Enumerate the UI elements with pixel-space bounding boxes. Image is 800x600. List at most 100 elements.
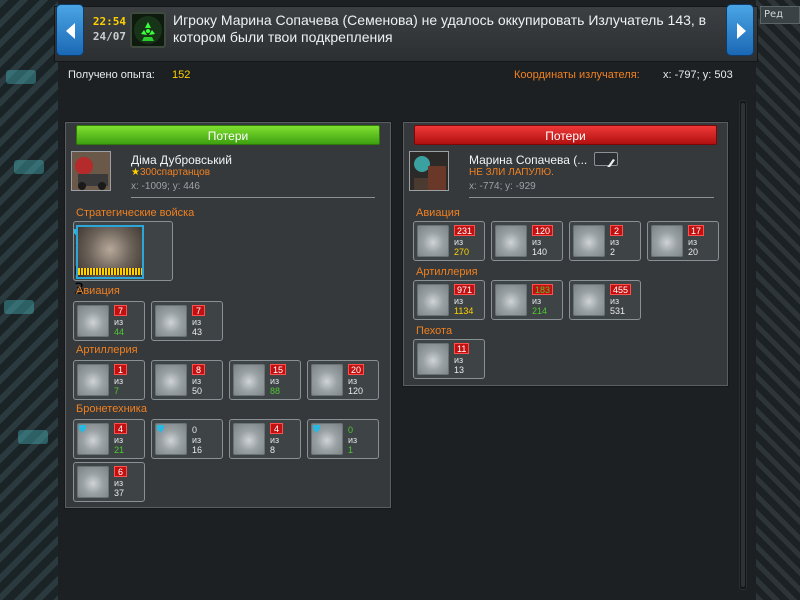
unit-image [495, 225, 527, 257]
background-edit-button[interactable]: Ред [760, 6, 800, 24]
unit-card[interactable]: 6 из 37 [73, 462, 145, 502]
unit-losses: 4 [114, 423, 127, 434]
unit-total: 8 [270, 445, 276, 455]
shield-icon [157, 425, 164, 433]
experience-value: 152 [172, 69, 191, 81]
unit-card[interactable]: 183 из 214 [491, 280, 563, 320]
category-title: Артиллерия [76, 344, 138, 356]
unit-losses: 6 [114, 466, 127, 477]
unit-losses: 15 [270, 364, 287, 375]
unit-total: 531 [610, 306, 626, 316]
attacker-player-name[interactable]: Марина Сопачева (... [469, 153, 587, 167]
unit-card[interactable]: 0 из 1 [307, 419, 379, 459]
attacker-alliance[interactable]: НЕ ЗЛИ ЛАПУЛЮ. [469, 167, 554, 178]
category-title: Пехота [416, 325, 453, 337]
defender-alliance-name: 300спартанцов [139, 167, 211, 178]
unit-losses: 2 [610, 225, 623, 236]
emitter-coords-value: x: -797; y: 503 [663, 69, 733, 81]
unit-total: 2 [610, 247, 616, 257]
unit-total: 37 [114, 488, 125, 498]
next-report-button[interactable] [726, 4, 754, 56]
unit-card[interactable]: 11 из 13 [413, 339, 485, 379]
unit-of-label: из [114, 317, 124, 327]
unit-card[interactable]: 971 из 1134 [413, 280, 485, 320]
unit-of-label: из [192, 435, 202, 445]
unit-total: 13 [454, 365, 465, 375]
battle-report-window: { "header": { "time": "22:54", "date": "… [0, 0, 800, 600]
unit-card[interactable]: 20 из 120 [307, 360, 379, 400]
edit-note-button[interactable] [594, 152, 618, 167]
unit-card[interactable]: 4 из 21 [73, 419, 145, 459]
shield-icon [313, 425, 320, 433]
shield-icon [79, 425, 86, 433]
category-title: Артиллерия [416, 266, 478, 278]
unit-card[interactable]: 17 из 20 [647, 221, 719, 261]
unit-of-label: из [532, 296, 542, 306]
category-title: Авиация [416, 207, 460, 219]
unit-of-label: из [348, 376, 358, 386]
unit-card[interactable]: 0 из 16 [151, 419, 223, 459]
unit-losses: 455 [610, 284, 632, 295]
unit-total: 1134 [454, 306, 474, 316]
defender-player-name[interactable]: Діма Дубровський [131, 153, 232, 167]
unit-image [77, 466, 109, 498]
divider [131, 197, 375, 198]
previous-report-button[interactable] [56, 4, 84, 56]
unit-card[interactable]: 7 из 44 [73, 301, 145, 341]
avatar[interactable] [409, 151, 449, 191]
unit-card[interactable]: 8 из 50 [151, 360, 223, 400]
unit-card[interactable]: 4 из 8 [229, 419, 301, 459]
unit-losses: 4 [270, 423, 283, 434]
unit-total: 44 [114, 327, 125, 337]
unit-total: 7 [114, 386, 120, 396]
unit-of-label: из [610, 296, 620, 306]
unit-card[interactable]: 1 из 7 [73, 360, 145, 400]
unit-card[interactable]: 2 из 2 [569, 221, 641, 261]
unit-losses: 183 [532, 284, 554, 295]
unit-of-label: из [270, 435, 280, 445]
unit-total: 120 [348, 386, 364, 396]
unit-card[interactable]: 231 из 270 [413, 221, 485, 261]
unit-total: 50 [192, 386, 203, 396]
unit-card[interactable]: 7 из 43 [151, 301, 223, 341]
defender-coords: x: -1009; y: 446 [131, 181, 200, 192]
unit-total: 140 [532, 247, 548, 257]
unit-image [311, 364, 343, 396]
scrollbar-thumb[interactable] [741, 103, 745, 587]
unit-losses: 0 [192, 425, 198, 435]
experience-label: Получено опыта: [68, 69, 155, 81]
unit-losses: 231 [454, 225, 476, 236]
unit-card[interactable]: 1 из 3 [73, 221, 173, 298]
report-title: Игроку Марина Сопачева (Семенова) не уда… [173, 12, 707, 45]
unit-of-label: из [454, 355, 464, 365]
star-icon: ★ [131, 167, 140, 178]
attacker-losses-header: Потери [414, 125, 717, 145]
avatar[interactable] [71, 151, 111, 191]
defender-alliance[interactable]: ★300спартанцов [131, 167, 210, 178]
unit-total: 21 [114, 445, 125, 455]
unit-total: 20 [688, 247, 699, 257]
report-scrollbar[interactable] [739, 100, 747, 590]
chevron-right-icon [737, 23, 746, 39]
unit-total: 88 [270, 386, 281, 396]
unit-image [155, 305, 187, 337]
chevron-left-icon [66, 23, 75, 39]
unit-of-label: из [610, 237, 620, 247]
unit-of-label: из [454, 237, 464, 247]
unit-losses: 20 [348, 364, 365, 375]
unit-image [651, 225, 683, 257]
unit-total: 43 [192, 327, 203, 337]
unit-of-label: из [114, 435, 124, 445]
game-background-right: Ред [756, 0, 800, 600]
unit-total: 214 [532, 306, 548, 316]
unit-losses: 1 [114, 364, 127, 375]
unit-losses: 8 [192, 364, 205, 375]
unit-losses: 7 [192, 305, 205, 316]
unit-card[interactable]: 15 из 88 [229, 360, 301, 400]
unit-losses: 120 [532, 225, 554, 236]
unit-card[interactable]: 120 из 140 [491, 221, 563, 261]
unit-health-bar [78, 268, 142, 275]
unit-losses: 17 [688, 225, 705, 236]
unit-card[interactable]: 455 из 531 [569, 280, 641, 320]
unit-image [417, 343, 449, 375]
